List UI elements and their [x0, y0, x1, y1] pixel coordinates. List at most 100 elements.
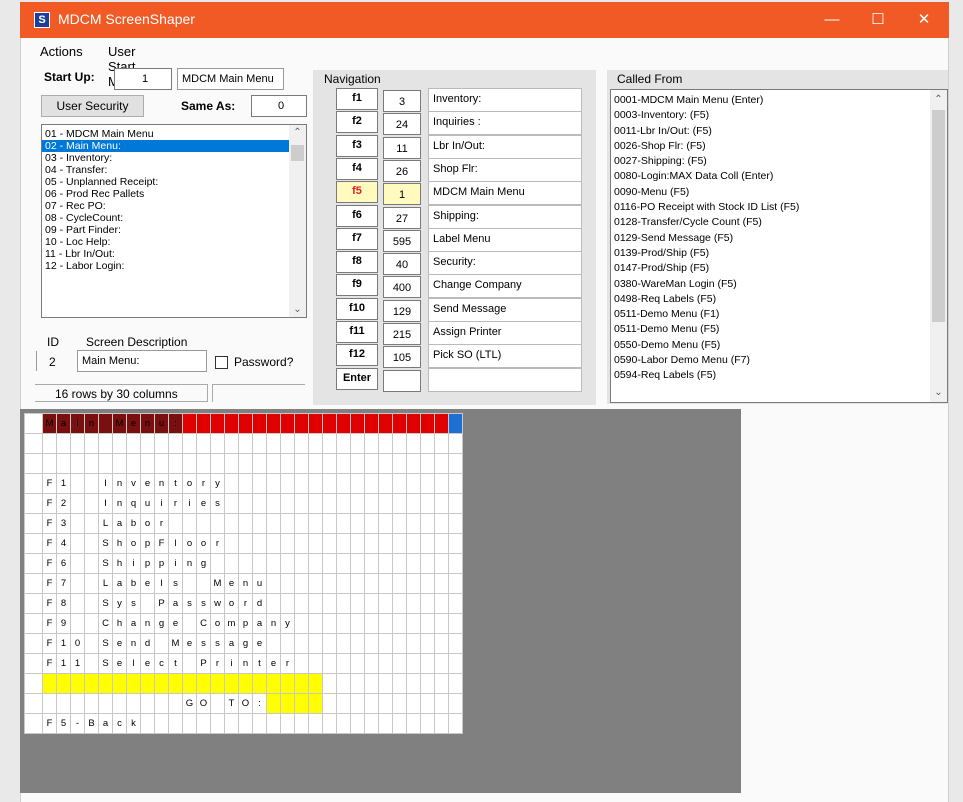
grid-cell[interactable] [266, 493, 281, 514]
grid-cell[interactable]: P [196, 653, 211, 674]
grid-cell[interactable] [448, 453, 463, 474]
grid-cell[interactable] [364, 653, 379, 674]
grid-cell[interactable] [406, 533, 421, 554]
nav-target-id[interactable]: 40 [383, 253, 421, 276]
grid-cell[interactable]: e [140, 573, 155, 594]
grid-cell[interactable] [322, 673, 337, 694]
grid-cell[interactable] [154, 673, 169, 694]
called-from-list[interactable]: 0001-MDCM Main Menu (Enter) 0003-Inventor… [610, 89, 948, 403]
grid-cell[interactable] [154, 693, 169, 714]
grid-cell[interactable] [280, 493, 295, 514]
nav-target-id[interactable] [383, 369, 421, 392]
grid-cell[interactable] [238, 433, 253, 454]
grid-cell[interactable] [210, 433, 225, 454]
grid-cell[interactable] [350, 433, 365, 454]
grid-cell[interactable] [294, 513, 309, 534]
grid-cell[interactable] [266, 553, 281, 574]
grid-cell[interactable] [224, 433, 239, 454]
grid-cell[interactable]: u [154, 413, 169, 434]
grid-cell[interactable]: e [112, 633, 127, 654]
grid-cell[interactable] [406, 693, 421, 714]
grid-cell[interactable] [42, 673, 57, 694]
grid-cell[interactable]: p [140, 553, 155, 574]
grid-cell[interactable] [322, 693, 337, 714]
grid-cell[interactable]: F [42, 573, 57, 594]
grid-cell[interactable]: S [98, 653, 113, 674]
grid-cell[interactable]: v [126, 473, 141, 494]
grid-cell[interactable] [448, 593, 463, 614]
grid-cell[interactable] [350, 573, 365, 594]
grid-cell[interactable] [112, 673, 127, 694]
grid-cell[interactable] [294, 473, 309, 494]
grid-cell[interactable] [154, 453, 169, 474]
nav-key-f10[interactable]: f10 [336, 297, 378, 320]
screen-list-scrollbar[interactable]: ⌃ ⌄ [289, 125, 306, 317]
grid-cell[interactable] [322, 573, 337, 594]
grid-cell[interactable] [364, 413, 379, 434]
grid-cell[interactable] [196, 673, 211, 694]
grid-cell[interactable]: o [196, 533, 211, 554]
scroll-up-icon[interactable]: ⌃ [930, 94, 947, 105]
grid-cell[interactable] [322, 413, 337, 434]
grid-cell[interactable] [252, 533, 267, 554]
grid-cell[interactable] [364, 573, 379, 594]
user-security-button[interactable]: User Security [41, 95, 144, 117]
grid-cell[interactable] [252, 513, 267, 534]
screen-list-item[interactable]: 03 - Inventory: [42, 152, 306, 164]
grid-cell[interactable] [168, 713, 183, 734]
grid-cell[interactable]: F [42, 533, 57, 554]
nav-target-id[interactable]: 24 [383, 113, 421, 136]
grid-cell[interactable] [182, 513, 197, 534]
grid-cell[interactable]: s [182, 593, 197, 614]
grid-cell[interactable]: n [154, 473, 169, 494]
grid-cell[interactable]: 0 [70, 633, 85, 654]
grid-cell[interactable] [238, 413, 253, 434]
grid-cell[interactable]: a [126, 613, 141, 634]
grid-cell[interactable] [224, 553, 239, 574]
grid-cell[interactable] [392, 453, 407, 474]
grid-cell[interactable]: e [252, 633, 267, 654]
grid-cell[interactable] [168, 453, 183, 474]
grid-cell[interactable] [308, 653, 323, 674]
grid-cell[interactable] [252, 473, 267, 494]
grid-cell[interactable] [364, 613, 379, 634]
grid-cell[interactable] [154, 633, 169, 654]
grid-cell[interactable]: 7 [56, 573, 71, 594]
grid-cell[interactable] [70, 673, 85, 694]
grid-cell[interactable]: y [112, 593, 127, 614]
grid-cell[interactable] [336, 553, 351, 574]
grid-cell[interactable] [406, 413, 421, 434]
grid-cell[interactable] [406, 673, 421, 694]
grid-cell[interactable]: 9 [56, 613, 71, 634]
same-as-field[interactable]: 0 [251, 95, 307, 117]
grid-cell[interactable] [84, 513, 99, 534]
grid-cell[interactable]: b [126, 513, 141, 534]
grid-cell[interactable]: o [210, 613, 225, 634]
grid-cell[interactable] [350, 493, 365, 514]
grid-cell[interactable]: h [112, 613, 127, 634]
grid-cell[interactable] [308, 533, 323, 554]
grid-cell[interactable] [322, 513, 337, 534]
screen-list-item[interactable]: 02 - Main Menu: [42, 140, 306, 152]
grid-cell[interactable] [364, 473, 379, 494]
minimize-icon[interactable]: — [809, 2, 855, 38]
grid-cell[interactable] [392, 513, 407, 534]
grid-cell[interactable]: e [140, 473, 155, 494]
grid-cell[interactable] [224, 453, 239, 474]
grid-cell[interactable] [266, 713, 281, 734]
grid-cell[interactable] [252, 453, 267, 474]
grid-cell[interactable] [322, 433, 337, 454]
called-from-item[interactable]: 0090-Menu (F5) [611, 185, 947, 200]
grid-cell[interactable]: F [42, 593, 57, 614]
grid-cell[interactable] [84, 573, 99, 594]
grid-cell[interactable]: g [238, 633, 253, 654]
grid-cell[interactable]: r [280, 653, 295, 674]
grid-cell[interactable] [84, 593, 99, 614]
grid-cell[interactable] [266, 573, 281, 594]
grid-cell[interactable] [406, 493, 421, 514]
grid-cell[interactable] [84, 433, 99, 454]
grid-cell[interactable] [434, 513, 449, 534]
grid-cell[interactable]: F [42, 713, 57, 734]
grid-cell[interactable] [266, 513, 281, 534]
grid-cell[interactable] [350, 413, 365, 434]
